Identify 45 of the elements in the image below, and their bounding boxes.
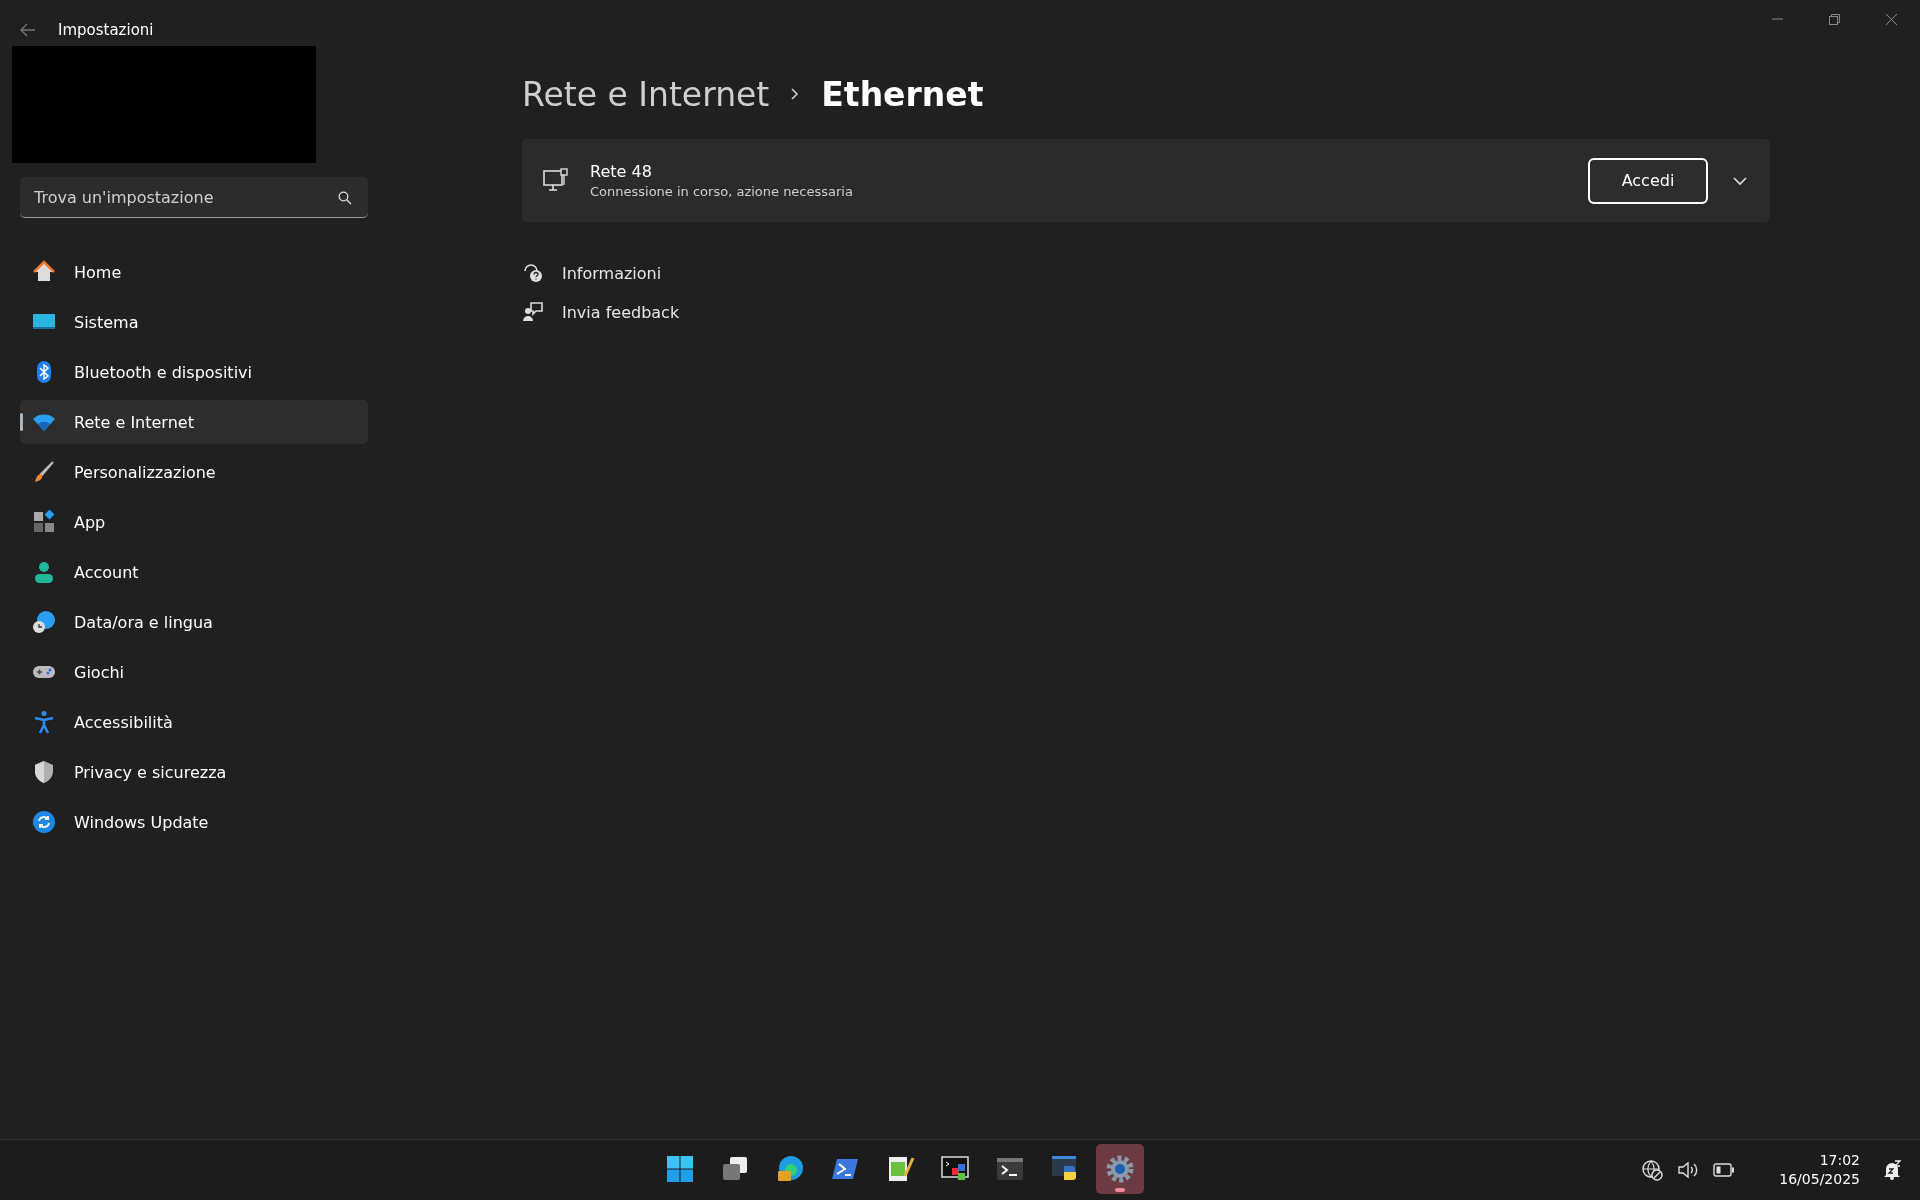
search-icon (338, 191, 352, 205)
accessibility-icon (32, 710, 56, 734)
help-icon (522, 262, 544, 284)
home-icon (32, 260, 56, 284)
bell-snooze-icon[interactable] (1882, 1160, 1902, 1180)
feedback-icon (522, 301, 544, 323)
sync-icon (32, 810, 56, 834)
gear-icon (1105, 1154, 1135, 1184)
sign-in-button[interactable]: Accedi (1588, 157, 1708, 204)
browser-icon (775, 1154, 805, 1184)
nav-item[interactable]: Privacy e sicurezza (20, 750, 368, 794)
nav-item[interactable]: Personalizzazione (20, 450, 368, 494)
nav-item[interactable]: Account (20, 550, 368, 594)
nav-item[interactable]: Rete e Internet (20, 400, 368, 444)
apps-icon (32, 510, 56, 534)
person-icon (32, 560, 56, 584)
battery-icon[interactable] (1713, 1163, 1736, 1177)
running-indicator (1115, 1188, 1125, 1192)
globe-blocked-icon[interactable] (1641, 1159, 1664, 1181)
breadcrumb-item[interactable]: Rete e Internet (522, 74, 770, 114)
nav-item[interactable]: App (20, 500, 368, 544)
nav-item[interactable]: Sistema (20, 300, 368, 344)
help-link[interactable]: Informazioni (562, 263, 662, 283)
restore-icon[interactable] (1829, 13, 1840, 25)
nav-item[interactable]: Home (20, 250, 368, 294)
selection-indicator (20, 413, 23, 431)
network-status: Connessione in corso, azione necessaria (590, 184, 854, 199)
speaker-icon[interactable] (1677, 1160, 1700, 1180)
search-field[interactable]: Trova un'impostazione (20, 177, 368, 218)
nav-item[interactable]: Giochi (20, 650, 368, 694)
help-link[interactable]: Invia feedback (562, 302, 680, 322)
breadcrumb-item: Ethernet (821, 74, 984, 114)
back-arrow-icon[interactable] (20, 23, 36, 37)
windows-logo-icon (665, 1154, 695, 1184)
clock[interactable]: 17:02 16/05/2025 (1779, 1151, 1860, 1189)
brush-icon (32, 460, 56, 484)
nav-item[interactable]: Accessibilità (20, 700, 368, 744)
network-name: Rete 48 (590, 162, 653, 181)
nav-item[interactable]: Data/ora e lingua (20, 600, 368, 644)
shield-icon (32, 760, 56, 784)
window-title: Impostazioni (58, 21, 154, 39)
nav-item[interactable]: Windows Update (20, 800, 368, 844)
close-icon[interactable] (1886, 13, 1897, 25)
nav-item[interactable]: Bluetooth e dispositivi (20, 350, 368, 394)
globe-clock-icon (32, 610, 56, 634)
